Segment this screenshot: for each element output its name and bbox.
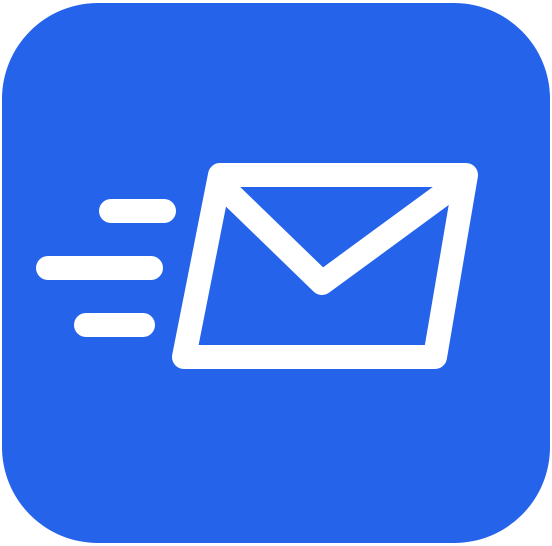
envelope-with-motion-lines-icon (36, 163, 478, 369)
envelope-flap (211, 175, 465, 295)
app-icon-canvas (0, 0, 552, 546)
